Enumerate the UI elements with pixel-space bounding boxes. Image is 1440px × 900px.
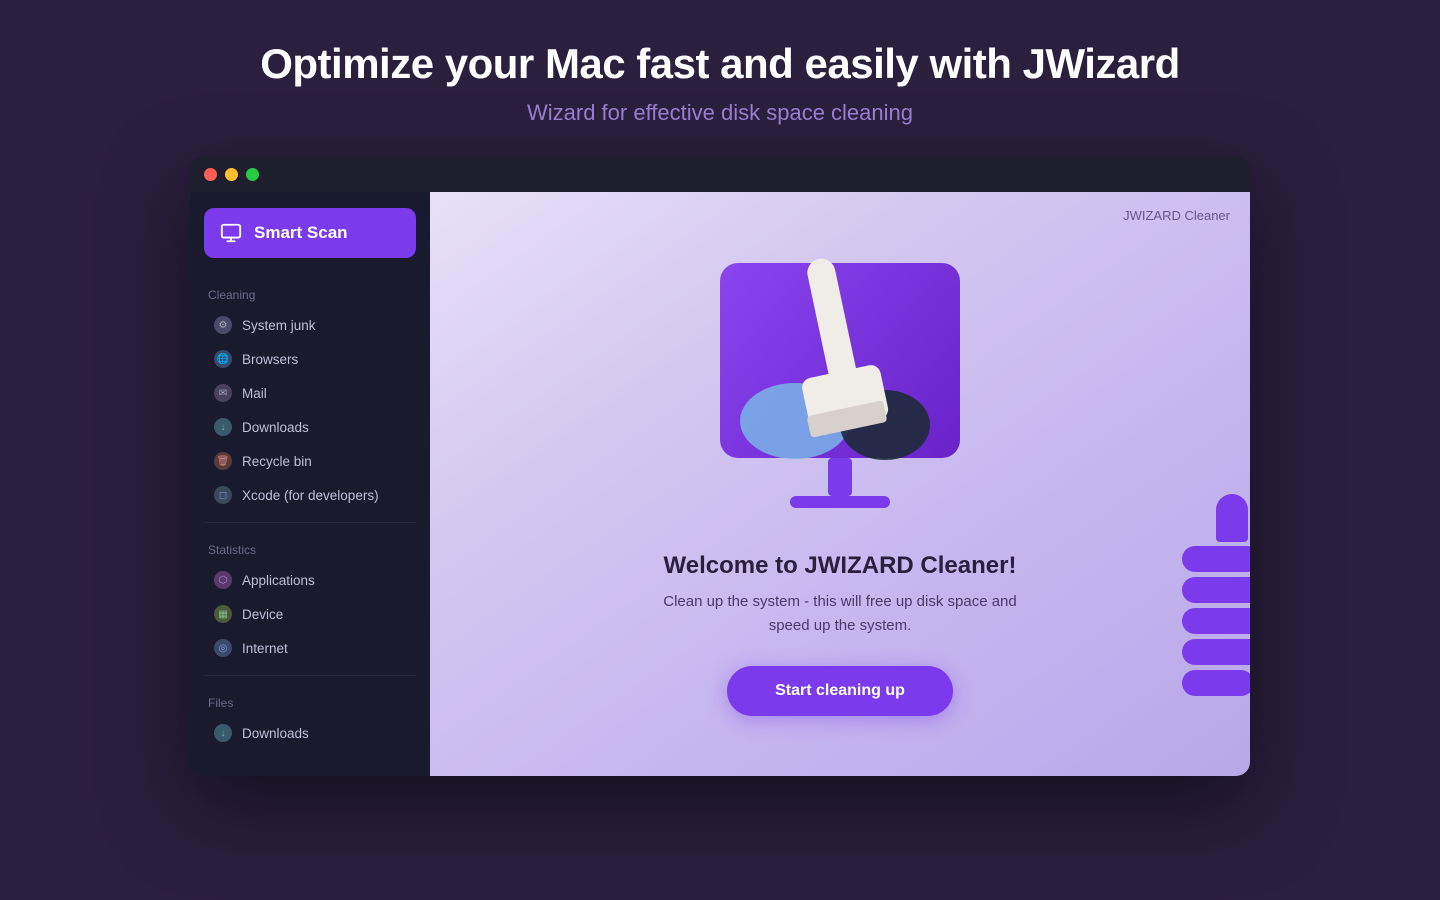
- page-title: Optimize your Mac fast and easily with J…: [0, 40, 1440, 88]
- close-button[interactable]: [204, 168, 217, 181]
- sidebar-item-recycle-bin[interactable]: 🗑 Recycle bin: [196, 444, 424, 478]
- maximize-button[interactable]: [246, 168, 259, 181]
- download-icon: ↓: [214, 418, 232, 436]
- start-cleaning-button[interactable]: Start cleaning up: [727, 666, 953, 716]
- window-body: Smart Scan Cleaning ⚙ System junk 🌐 Brow…: [190, 192, 1250, 776]
- apps-icon: ⬡: [214, 571, 232, 589]
- xcode-label: Xcode (for developers): [242, 488, 379, 503]
- applications-label: Applications: [242, 573, 315, 588]
- system-junk-label: System junk: [242, 318, 316, 333]
- recycle-bin-label: Recycle bin: [242, 454, 312, 469]
- page-subtitle: Wizard for effective disk space cleaning: [0, 100, 1440, 126]
- downloads-label: Downloads: [242, 420, 309, 435]
- globe-icon: 🌐: [214, 350, 232, 368]
- sidebar-item-browsers[interactable]: 🌐 Browsers: [196, 342, 424, 376]
- welcome-desc: Clean up the system - this will free up …: [650, 590, 1030, 638]
- page-header: Optimize your Mac fast and easily with J…: [0, 0, 1440, 156]
- xcode-icon: ◻: [214, 486, 232, 504]
- trash-icon: 🗑: [214, 452, 232, 470]
- device-label: Device: [242, 607, 283, 622]
- welcome-title: Welcome to JWIZARD Cleaner!: [664, 552, 1017, 580]
- browsers-label: Browsers: [242, 352, 298, 367]
- gear-icon: ⚙: [214, 316, 232, 334]
- sidebar-item-device[interactable]: ▦ Device: [196, 597, 424, 631]
- mail-label: Mail: [242, 386, 267, 401]
- monitor-illustration: [700, 253, 980, 528]
- sidebar-item-mail[interactable]: ✉ Mail: [196, 376, 424, 410]
- main-content: JWIZARD Cleaner: [430, 192, 1250, 776]
- traffic-lights: [204, 168, 259, 181]
- sidebar-item-files-downloads[interactable]: ↓ Downloads: [196, 716, 424, 750]
- monitor-icon: [220, 222, 242, 244]
- files-downloads-label: Downloads: [242, 726, 309, 741]
- app-brand: JWIZARD Cleaner: [1123, 208, 1230, 223]
- section-label-statistics: Statistics: [190, 543, 430, 557]
- smart-scan-button[interactable]: Smart Scan: [204, 208, 416, 258]
- divider-2: [204, 675, 416, 676]
- section-label-files: Files: [190, 696, 430, 710]
- smart-scan-label: Smart Scan: [254, 223, 348, 243]
- sidebar-item-xcode[interactable]: ◻ Xcode (for developers): [196, 478, 424, 512]
- section-label-cleaning: Cleaning: [190, 288, 430, 302]
- sidebar-item-internet[interactable]: ◎ Internet: [196, 631, 424, 665]
- minimize-button[interactable]: [225, 168, 238, 181]
- app-window: Smart Scan Cleaning ⚙ System junk 🌐 Brow…: [190, 156, 1250, 776]
- device-icon: ▦: [214, 605, 232, 623]
- mail-icon: ✉: [214, 384, 232, 402]
- sidebar-item-downloads[interactable]: ↓ Downloads: [196, 410, 424, 444]
- internet-icon: ◎: [214, 639, 232, 657]
- divider-1: [204, 522, 416, 523]
- sidebar-item-system-junk[interactable]: ⚙ System junk: [196, 308, 424, 342]
- sidebar-item-applications[interactable]: ⬡ Applications: [196, 563, 424, 597]
- internet-label: Internet: [242, 641, 288, 656]
- window-titlebar: [190, 156, 1250, 192]
- sidebar: Smart Scan Cleaning ⚙ System junk 🌐 Brow…: [190, 192, 430, 776]
- files-download-icon: ↓: [214, 724, 232, 742]
- thumbs-decoration: [1182, 494, 1250, 696]
